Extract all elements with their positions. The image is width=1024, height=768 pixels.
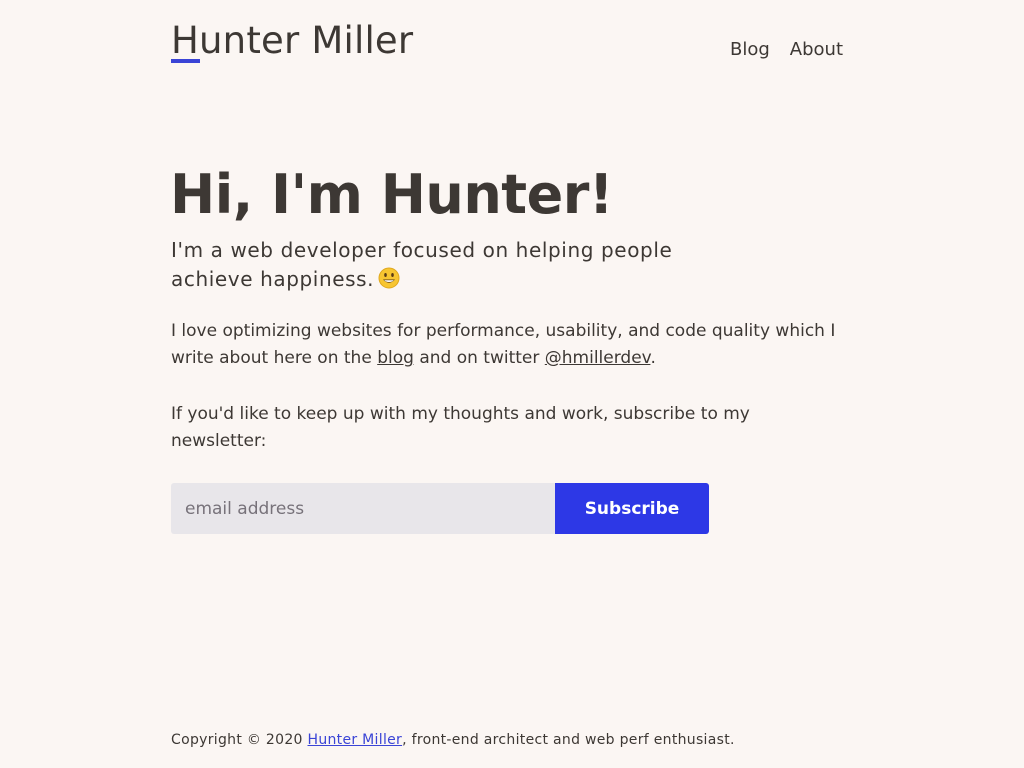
title-accent-underline: [171, 59, 200, 63]
footer-suffix: , front-end architect and web perf enthu…: [402, 732, 735, 748]
blog-link[interactable]: blog: [377, 348, 414, 368]
main-nav: Blog About: [730, 38, 843, 62]
footer-name-link[interactable]: Hunter Miller: [308, 732, 403, 748]
intro-text-middle: and on twitter: [413, 348, 545, 368]
nav-link-about[interactable]: About: [790, 38, 843, 62]
subscribe-button[interactable]: Subscribe: [555, 483, 709, 534]
email-input[interactable]: [171, 483, 555, 534]
tagline: I'm a web developer focused on helping p…: [171, 236, 731, 294]
intro-paragraph: I love optimizing websites for performan…: [171, 318, 871, 372]
twitter-link[interactable]: @hmillerdev: [545, 348, 651, 368]
newsletter-paragraph: If you'd like to keep up with my thought…: [171, 404, 750, 451]
intro-text-after: .: [650, 348, 656, 368]
footer: Copyright © 2020 Hunter Miller, front-en…: [171, 730, 735, 750]
newsletter-form: Subscribe: [171, 483, 709, 534]
footer-prefix: Copyright © 2020: [171, 732, 308, 748]
grinning-face-icon: [378, 267, 400, 289]
nav-link-blog[interactable]: Blog: [730, 38, 770, 62]
tagline-text: I'm a web developer focused on helping p…: [171, 238, 673, 291]
hero-title: Hi, I'm Hunter!: [170, 163, 613, 226]
page: Hunter Miller Blog About Hi, I'm Hunter!…: [0, 0, 1024, 768]
site-title-link[interactable]: Hunter Miller: [171, 18, 413, 64]
